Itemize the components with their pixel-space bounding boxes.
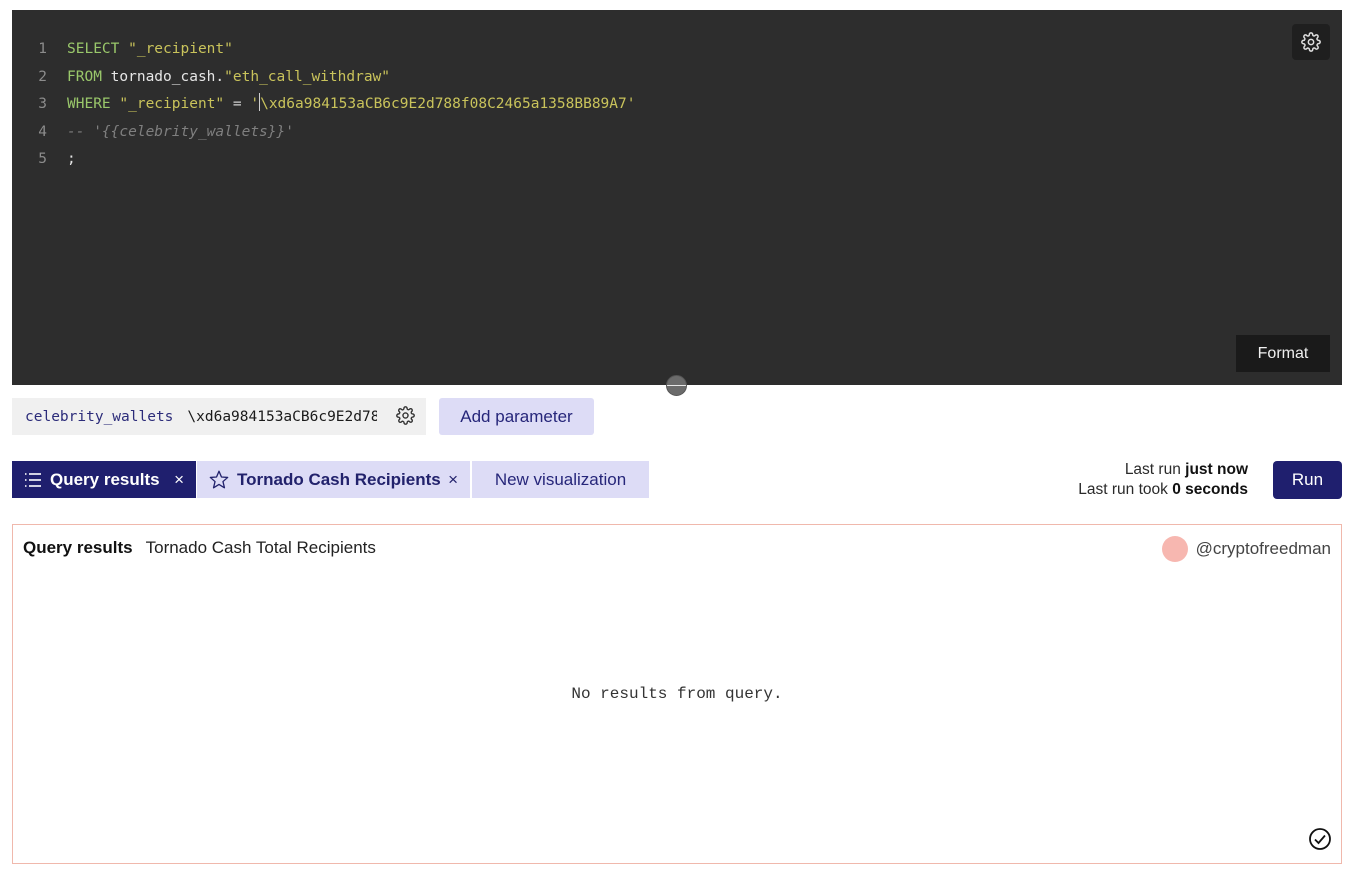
close-icon[interactable]: × [174, 470, 184, 490]
tab-label: Query results [50, 469, 160, 489]
code-text: WHERE "_recipient" = '\xd6a984153aCB6c9E… [67, 91, 635, 119]
author[interactable]: @cryptofreedman [1161, 536, 1331, 562]
list-icon [24, 472, 42, 488]
run-status: Last run just now Last run took 0 second… [1078, 460, 1248, 500]
visualization-tabs: Query results × Tornado Cash Recipients … [12, 461, 649, 498]
code-token: -- '{{celebrity_wallets}}' [67, 123, 294, 140]
code-text: SELECT "_recipient" [67, 36, 233, 64]
last-run-label: Last run [1124, 461, 1181, 478]
run-duration-value: 0 seconds [1172, 481, 1248, 498]
code-token: = [224, 96, 251, 112]
code-token: "eth_call_withdraw" [224, 68, 391, 85]
line-number: 1 [38, 41, 47, 57]
new-visualization-button[interactable]: New visualization [472, 461, 649, 498]
code-token: ' [250, 96, 260, 112]
editor-resize-handle[interactable] [666, 375, 687, 396]
empty-results-message: No results from query. [571, 685, 783, 703]
gear-icon [1301, 32, 1321, 52]
star-icon [209, 470, 229, 489]
tab-query-results[interactable]: Query results × [12, 461, 196, 498]
check-circle-icon [1308, 827, 1332, 856]
line-number: 3 [38, 96, 47, 112]
sql-editor[interactable]: 1 SELECT "_recipient" 2 FROM tornado_cash."… [12, 10, 1342, 385]
parameter-name: celebrity_wallets [25, 408, 174, 425]
code-text: ; [67, 146, 76, 174]
author-name[interactable]: @cryptofreedman [1196, 539, 1331, 559]
parameter-settings-icon[interactable] [396, 406, 415, 430]
add-parameter-button[interactable]: Add parameter [439, 398, 594, 435]
run-duration-label: Last run took [1078, 481, 1168, 498]
code-token: SELECT [67, 41, 129, 57]
code-token: \xd6a984153aCB6c9E2d788f08C2465a1358BB89… [260, 96, 636, 112]
code-token: ; [67, 151, 76, 167]
line-number: 2 [38, 68, 47, 85]
code-token: tornado_cash. [110, 68, 225, 85]
results-title[interactable]: Tornado Cash Total Recipients [146, 538, 376, 558]
close-icon[interactable]: × [448, 470, 458, 490]
parameter-value-input[interactable]: \xd6a984153aCB6c9E2d788f08C2465a1358BB89… [187, 409, 377, 425]
tab-label: Tornado Cash Recipients [237, 469, 441, 489]
code-token: "_recipient" [128, 41, 233, 57]
code-text: -- '{{celebrity_wallets}}' [67, 119, 294, 147]
results-panel: Query results Tornado Cash Total Recipie… [12, 524, 1342, 864]
code-token: WHERE [67, 96, 120, 112]
code-token: FROM [67, 68, 111, 85]
parameter-field[interactable]: celebrity_wallets \xd6a984153aCB6c9E2d78… [12, 398, 426, 435]
results-label: Query results [23, 538, 133, 557]
format-button[interactable]: Format [1236, 335, 1330, 372]
editor-settings-button[interactable] [1292, 24, 1330, 60]
code-token: "_recipient" [119, 96, 225, 112]
code-text: FROM tornado_cash."eth_call_withdraw" [67, 64, 390, 92]
run-button[interactable]: Run [1273, 461, 1342, 499]
tab-tornado-cash-recipients[interactable]: Tornado Cash Recipients × [197, 461, 470, 498]
last-run-value: just now [1185, 461, 1248, 478]
avatar [1161, 536, 1188, 562]
tab-label: New visualization [494, 469, 627, 489]
results-header: Query results Tornado Cash Total Recipie… [23, 538, 376, 558]
line-number: 5 [38, 151, 47, 167]
line-number: 4 [38, 123, 47, 140]
